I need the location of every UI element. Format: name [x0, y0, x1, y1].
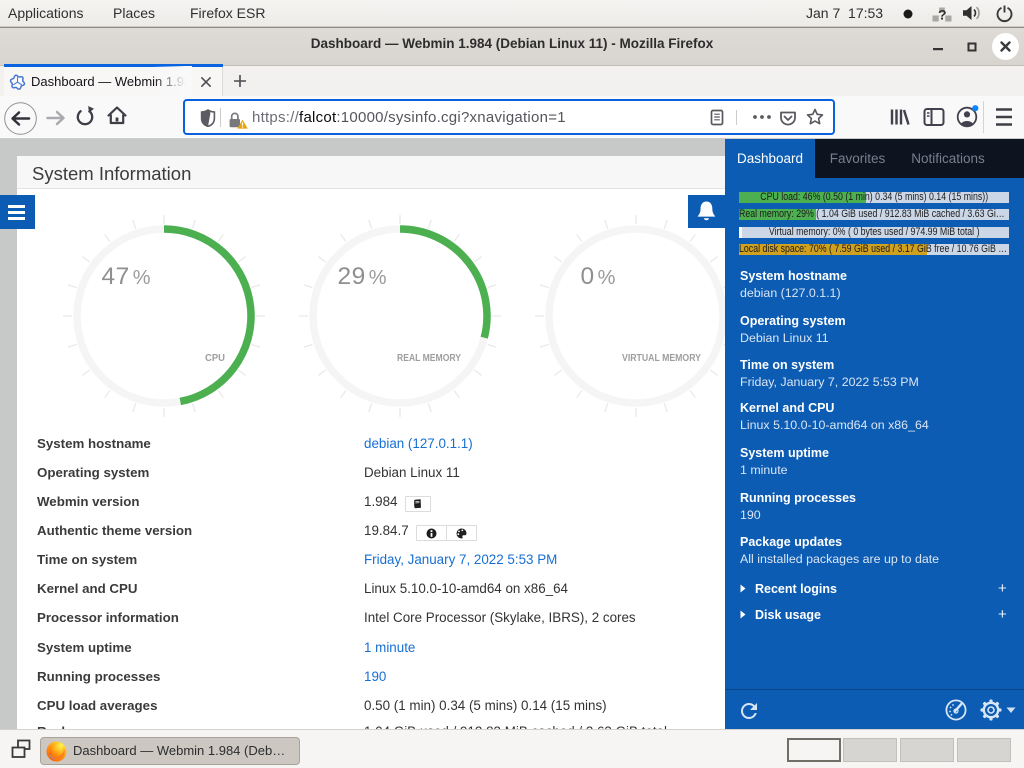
svg-text:0%: 0%: [581, 263, 616, 290]
svg-text:REAL MEMORY: REAL MEMORY: [397, 352, 461, 364]
svg-text:29%: 29%: [337, 263, 386, 290]
svg-text:47%: 47%: [101, 263, 150, 290]
svg-text:CPU: CPU: [205, 352, 225, 364]
svg-text:?: ?: [938, 7, 947, 23]
svg-text:VIRTUAL MEMORY: VIRTUAL MEMORY: [622, 352, 701, 364]
